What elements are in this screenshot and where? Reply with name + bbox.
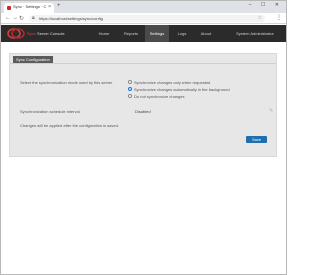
divider [10,63,276,64]
reload-icon[interactable]: ↻ [19,15,24,22]
browser-menu-icon[interactable]: ⋮ [276,14,282,21]
save-button[interactable]: Save [246,136,267,143]
radio-button[interactable] [128,80,132,84]
window-controls[interactable]: – ☐ ✕ [249,2,283,8]
tab-title: Sync · Settings · Configuration [13,4,46,9]
nav-logs[interactable]: Logs [171,25,193,42]
lock-icon: 🔒︎ [32,15,35,21]
radio-label: Synchronize changes automatically in the… [134,87,230,92]
address-bar[interactable]: 🔒︎ https://localhost/settings/sync/confi… [29,15,265,22]
tab-strip: Sync · Settings · Configuration × + – ☐ … [1,1,286,13]
radio-button-selected[interactable] [128,87,132,91]
sync-mode-label: Select the synchronization mode used by … [20,80,113,85]
panel-title: Sync Configuration [13,56,53,63]
sync-configuration-panel: Sync Configuration Select the synchroniz… [9,53,277,157]
schedule-value[interactable]: Disabled [135,109,151,114]
browser-toolbar: ← → ↻ 🔒︎ https://localhost/settings/sync… [1,13,286,24]
radio-label: Synchronize changes only when requested [134,80,211,85]
nav-about[interactable]: About [195,25,217,42]
back-icon[interactable]: ← [5,15,11,21]
favicon-icon [7,6,11,10]
browser-window: Sync · Settings · Configuration × + – ☐ … [0,0,287,275]
new-tab-button[interactable]: + [57,3,61,9]
edit-icon[interactable]: ✎ [269,108,273,114]
tab-close-icon[interactable]: × [48,4,51,10]
browser-tab[interactable]: Sync · Settings · Configuration × [4,3,54,13]
nav-reports[interactable]: Reports [119,25,143,42]
app-navbar: Sync Server Console Home Reports Setting… [1,25,286,42]
bookmark-star-icon[interactable]: ☆ [258,15,262,21]
brand-prefix: Sync [27,31,36,36]
radio-label: Do not synchronize changes [134,94,185,99]
schedule-label: Synchronization schedule interval [20,109,80,114]
nav-user-menu[interactable]: System Administrator [227,25,283,42]
logo-icon[interactable] [7,28,25,39]
forward-icon[interactable]: → [12,15,18,21]
nav-home[interactable]: Home [93,25,115,42]
url-text[interactable]: https://localhost/settings/sync/config [39,16,103,21]
brand-suffix: Server Console [37,31,65,36]
radio-button[interactable] [128,94,132,98]
save-note: Changes will be applied after the config… [20,123,119,128]
nav-settings[interactable]: Settings [145,25,169,42]
brand-name: Sync Server Console [27,31,65,36]
